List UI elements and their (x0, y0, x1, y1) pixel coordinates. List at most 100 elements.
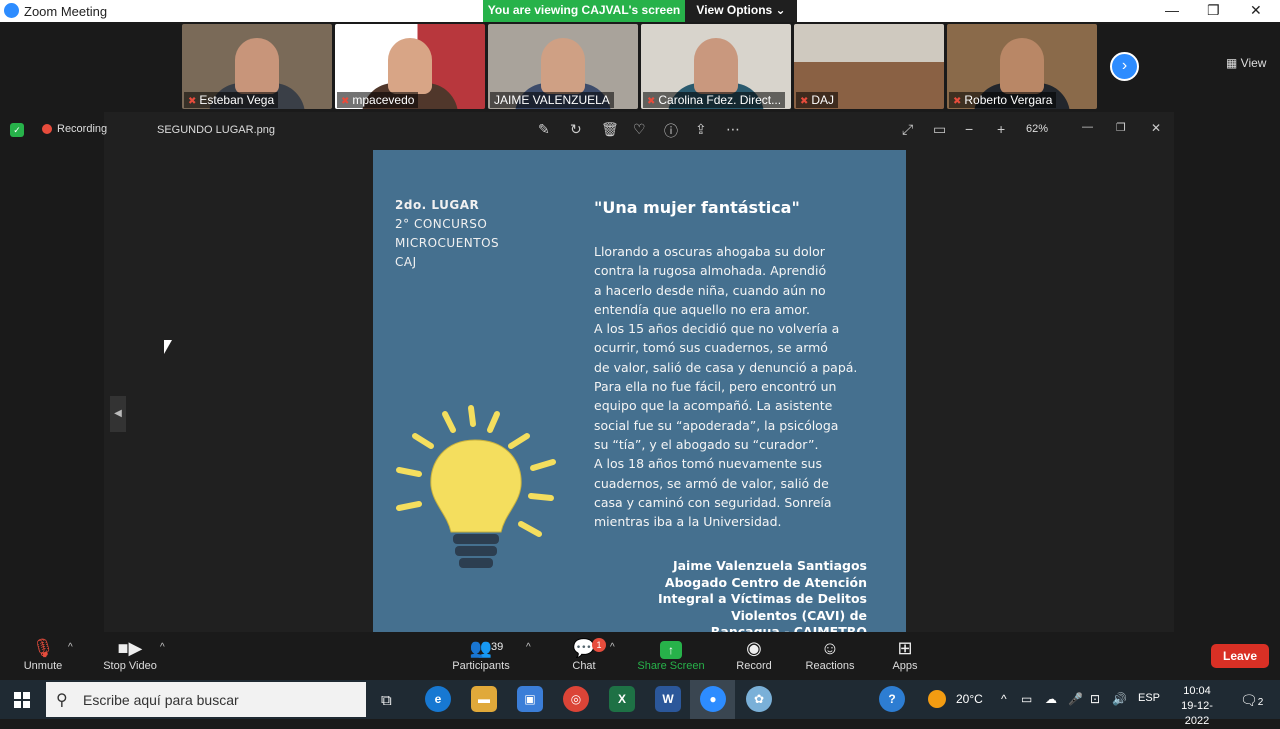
tray-expand-icon[interactable]: ^ (1001, 692, 1007, 706)
participant-name: DAJ (811, 93, 835, 107)
chat-options-caret[interactable]: ^ (610, 642, 615, 653)
security-shield-icon[interactable]: ✓ (10, 123, 24, 137)
share-icon[interactable]: ⇪ (695, 121, 707, 138)
word-icon[interactable]: W (655, 686, 681, 712)
record-icon: ◉ (746, 638, 762, 658)
participant-tile[interactable]: ✖ mpacevedo (335, 24, 485, 109)
photos-icon[interactable]: ✿ (746, 686, 772, 712)
task-view-icon[interactable]: ⧉ (381, 692, 392, 709)
participants-button[interactable]: 👥 39 Participants (441, 636, 521, 672)
fit-icon[interactable]: ▭ (933, 121, 946, 138)
window-title: Zoom Meeting (24, 4, 108, 19)
minimize-icon[interactable]: — (1165, 2, 1179, 18)
info-icon[interactable]: ⓘ (664, 121, 678, 141)
share-screen-button[interactable]: ↑ Share Screen (631, 636, 711, 672)
video-options-caret[interactable]: ^ (160, 642, 165, 653)
rotate-icon[interactable]: ↻ (570, 121, 582, 138)
story-text: Llorando a oscuras ahogaba su dolor cont… (594, 244, 858, 530)
participant-gallery: ✖ Esteban Vega ✖ mpacevedo JAIME VALENZUEL… (0, 22, 1280, 110)
mouse-cursor (164, 340, 172, 354)
restore-icon[interactable]: ❐ (1207, 2, 1220, 19)
muted-mic-icon: ✖ (953, 96, 962, 107)
more-icon[interactable]: ⋯ (726, 121, 740, 138)
author-signature: Jaime Valenzuela Santiagos Abogado Centr… (657, 558, 867, 632)
file-name: SEGUNDO LUGAR.png (157, 124, 275, 136)
zoom-out-icon[interactable]: − (965, 121, 973, 137)
viewer-close-icon[interactable]: ✕ (1151, 121, 1161, 135)
audio-options-caret[interactable]: ^ (68, 642, 73, 653)
muted-mic-icon: ✖ (800, 96, 809, 107)
participants-count: 39 (491, 641, 504, 653)
participants-options-caret[interactable]: ^ (526, 642, 531, 653)
grid-icon: ▦ (1226, 56, 1241, 70)
network-icon[interactable]: ⊡ (1090, 692, 1100, 706)
language-indicator[interactable]: ESP (1138, 692, 1160, 704)
recording-indicator[interactable]: Recording (42, 123, 107, 135)
meeting-controls: 🎙 Unmute ^ ■▶ Stop Video ^ 👥 39 Participants… (0, 632, 1280, 680)
store-icon[interactable]: ▣ (517, 686, 543, 712)
gallery-next-button[interactable]: › (1110, 52, 1139, 81)
help-icon[interactable]: ? (879, 686, 905, 712)
leave-button[interactable]: Leave (1211, 644, 1269, 668)
participant-tile[interactable]: ✖ DAJ (794, 24, 944, 109)
lightbulb-icon (396, 405, 556, 568)
participant-name: Esteban Vega (199, 93, 275, 107)
zoom-in-icon[interactable]: + (997, 121, 1005, 137)
record-button[interactable]: ◉ Record (714, 636, 794, 672)
windows-taskbar: ⚲ Escribe aquí para buscar ⧉ e ▬ ▣ ◎ X W… (0, 680, 1280, 727)
viewer-restore-icon[interactable]: ❐ (1116, 121, 1126, 134)
participant-tile[interactable]: ✖ Carolina Fdez. Direct... (641, 24, 791, 109)
chrome-icon[interactable]: ◎ (563, 686, 589, 712)
participant-tile[interactable]: ✖ Esteban Vega (182, 24, 332, 109)
previous-image-button[interactable]: ◀ (110, 396, 126, 432)
title-bar: Zoom Meeting You are viewing CAJVAL's sc… (0, 0, 1280, 22)
battery-icon[interactable]: ▭ (1021, 692, 1032, 706)
viewer-minimize-icon[interactable]: — (1082, 121, 1093, 133)
search-icon: ⚲ (56, 692, 68, 709)
participant-name: Carolina Fdez. Direct... (658, 93, 782, 107)
stop-video-button[interactable]: ■▶ Stop Video (90, 636, 170, 672)
participant-tile[interactable]: ✖ Roberto Vergara (947, 24, 1097, 109)
windows-start-icon[interactable] (14, 692, 30, 708)
file-explorer-icon[interactable]: ▬ (471, 686, 497, 712)
photo-viewer-toolbar: ✓ Recording SEGUNDO LUGAR.png ✎ ↻ 🗑 ♡ ⓘ … (10, 112, 1174, 148)
edit-icon[interactable]: ✎ (538, 121, 550, 138)
share-screen-icon: ↑ (660, 641, 682, 659)
onedrive-icon[interactable]: ☁ (1045, 692, 1057, 706)
apps-icon: ⊞ (897, 638, 913, 658)
video-camera-icon: ■▶ (117, 638, 143, 658)
chat-badge: 1 (592, 638, 606, 652)
participant-name: JAIME VALENZUELA (494, 93, 610, 107)
temperature[interactable]: 20°C (956, 692, 983, 706)
delete-icon[interactable]: 🗑 (601, 121, 619, 138)
participant-name: Roberto Vergara (964, 93, 1053, 107)
close-icon[interactable]: ✕ (1250, 2, 1262, 19)
muted-mic-icon: ✖ (647, 96, 656, 107)
view-options-button[interactable]: View Options ⌄ (685, 0, 797, 22)
screen-share-banner: You are viewing CAJVAL's screen (483, 0, 685, 22)
muted-mic-icon: ✖ (188, 96, 197, 107)
apps-button[interactable]: ⊞ Apps (865, 636, 945, 672)
reactions-button[interactable]: ☺ Reactions (790, 636, 870, 672)
zoom-taskbar-icon[interactable]: ● (700, 686, 726, 712)
participants-icon: 👥 (469, 638, 493, 658)
story-title: "Una mujer fantástica" (594, 198, 800, 217)
notifications-icon[interactable]: 🗨2 (1240, 692, 1263, 709)
muted-mic-icon: ✖ (341, 96, 350, 107)
microphone-icon[interactable]: 🎤 (1068, 692, 1083, 706)
contest-tag: 2do. LUGAR 2° CONCURSO MICROCUENTOS CAJ (395, 198, 500, 269)
view-button[interactable]: ▦ View (1226, 56, 1266, 70)
reactions-icon: ☺ (820, 638, 840, 658)
weather-sun-icon (928, 690, 946, 708)
clock[interactable]: 10:04 19-12-2022 (1170, 684, 1224, 729)
favorite-icon[interactable]: ♡ (633, 121, 646, 138)
excel-icon[interactable]: X (609, 686, 635, 712)
participant-tile[interactable]: JAIME VALENZUELA (488, 24, 638, 109)
zoom-app-icon (4, 3, 19, 18)
recording-dot-icon (42, 124, 52, 135)
participant-name: mpacevedo (352, 93, 415, 107)
fullscreen-icon[interactable]: ⤢ (902, 121, 913, 138)
taskbar-search[interactable]: ⚲ Escribe aquí para buscar (46, 682, 366, 717)
edge-icon[interactable]: e (425, 686, 451, 712)
volume-icon[interactable]: 🔊 (1112, 692, 1127, 706)
